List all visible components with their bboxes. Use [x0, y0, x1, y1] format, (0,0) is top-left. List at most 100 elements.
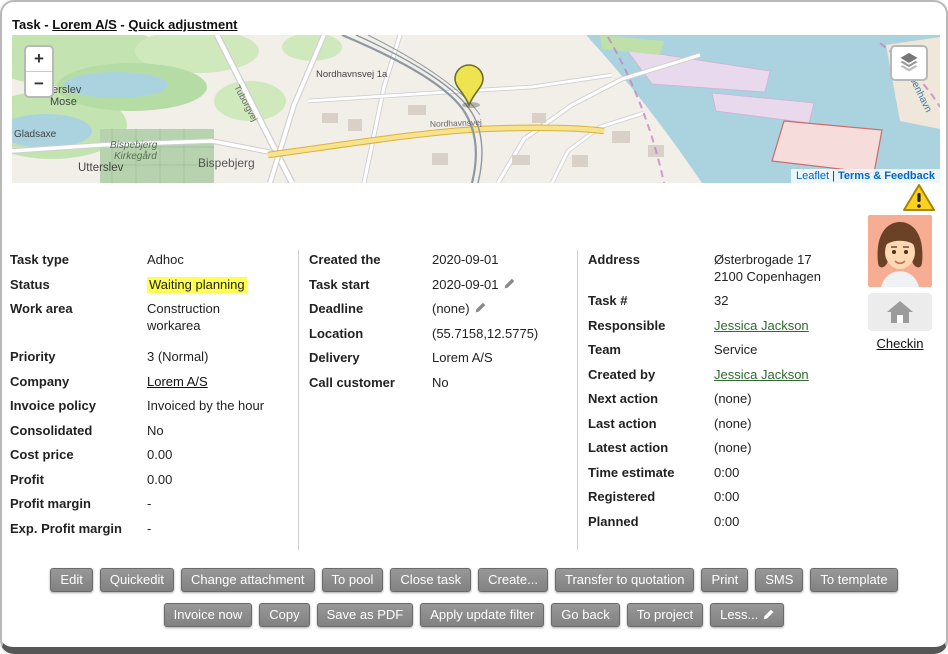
field-value: 0:00 [714, 514, 739, 531]
column-divider [298, 250, 299, 550]
zoom-out-button[interactable]: − [26, 72, 52, 96]
breadcrumb-company-link[interactable]: Lorem A/S [52, 17, 117, 32]
responsible-link[interactable]: Jessica Jackson [714, 318, 809, 335]
field-value: Lorem A/S [432, 350, 493, 367]
field-value: 32 [714, 293, 728, 310]
detail-row-created-by: Created by Jessica Jackson [588, 367, 860, 384]
print-button[interactable]: Print [701, 568, 748, 592]
detail-row-last-action: Last action (none) [588, 416, 860, 433]
checkin-link[interactable]: Checkin [877, 336, 924, 351]
field-label: Call customer [309, 375, 432, 392]
to-project-button[interactable]: To project [627, 603, 703, 627]
detail-row-profit: Profit 0.00 [10, 472, 298, 489]
edit-pencil-icon[interactable] [504, 278, 515, 289]
less-button-label: Less... [720, 607, 758, 622]
detail-row-registered: Registered 0:00 [588, 489, 860, 506]
detail-row-team: Team Service [588, 342, 860, 359]
field-label: Created by [588, 367, 714, 384]
breadcrumb-separator: - [120, 17, 124, 32]
created-by-link[interactable]: Jessica Jackson [714, 367, 809, 384]
company-link[interactable]: Lorem A/S [147, 374, 208, 391]
invoice-now-button[interactable]: Invoice now [164, 603, 253, 627]
field-label: Task start [309, 277, 432, 294]
create-button[interactable]: Create... [478, 568, 548, 592]
detail-row-task-number: Task # 32 [588, 293, 860, 310]
map-label: Kirkegård [114, 150, 157, 162]
detail-row-deadline: Deadline (none) [309, 301, 577, 318]
field-label: Company [10, 374, 147, 391]
detail-row-status: Status Waiting planning [10, 277, 298, 294]
column-divider [577, 250, 578, 550]
change-attachment-button[interactable]: Change attachment [181, 568, 314, 592]
checkin-panel: Checkin [868, 293, 932, 353]
to-pool-button[interactable]: To pool [322, 568, 384, 592]
less-button[interactable]: Less... [710, 603, 784, 627]
edit-pencil-icon[interactable] [475, 302, 486, 313]
quickedit-button[interactable]: Quickedit [100, 568, 174, 592]
home-icon [886, 300, 914, 324]
detail-row-delivery: Delivery Lorem A/S [309, 350, 577, 367]
field-value: - [147, 496, 151, 513]
avatar[interactable] [868, 215, 932, 287]
field-value: - [147, 521, 151, 538]
copy-button[interactable]: Copy [259, 603, 309, 627]
map-label: Utterslev [78, 162, 124, 174]
map-label: Nordhavnsvej [430, 117, 482, 129]
sms-button[interactable]: SMS [755, 568, 803, 592]
close-task-button[interactable]: Close task [390, 568, 471, 592]
leaflet-link[interactable]: Leaflet [796, 170, 829, 182]
go-back-button[interactable]: Go back [551, 603, 619, 627]
field-value: (55.7158,12.5775) [432, 326, 538, 343]
field-value: 2020-09-01 [432, 252, 499, 269]
field-value: Service [714, 342, 757, 359]
field-value: (none) [714, 440, 752, 457]
warning-icon[interactable] [902, 183, 936, 218]
detail-row-profit-margin: Profit margin - [10, 496, 298, 513]
field-label: Planned [588, 514, 714, 531]
zoom-in-button[interactable]: + [26, 47, 52, 72]
detail-row-address: Address Østerbrogade 172100 Copenhagen [588, 252, 860, 285]
detail-row-task-type: Task type Adhoc [10, 252, 298, 269]
details-column-2: Created the 2020-09-01 Task start 2020-0… [309, 252, 577, 399]
details-column-1: Task type Adhoc Status Waiting planning … [10, 252, 298, 545]
edit-button[interactable]: Edit [50, 568, 92, 592]
map[interactable]: Utterslev Mose Gladsaxe Utterslev Bispeb… [12, 35, 940, 183]
field-value: 3 (Normal) [147, 349, 208, 366]
field-value: (none) [714, 391, 752, 408]
map-label: Bispebjerg [110, 140, 158, 151]
breadcrumb-task-link[interactable]: Quick adjustment [128, 17, 237, 32]
field-value: 0:00 [714, 465, 739, 482]
to-template-button[interactable]: To template [810, 568, 897, 592]
apply-update-filter-button[interactable]: Apply update filter [420, 603, 544, 627]
avatar-image [868, 215, 932, 287]
field-value: 2020-09-01 [432, 277, 499, 294]
map-zoom-control: + − [24, 45, 54, 98]
detail-row-priority: Priority 3 (Normal) [10, 349, 298, 366]
detail-row-exp-profit-margin: Exp. Profit margin - [10, 521, 298, 538]
detail-row-task-start: Task start 2020-09-01 [309, 277, 577, 294]
save-as-pdf-button[interactable]: Save as PDF [317, 603, 414, 627]
map-layers-control[interactable] [890, 45, 928, 81]
detail-row-next-action: Next action (none) [588, 391, 860, 408]
field-label: Next action [588, 391, 714, 408]
layers-icon [898, 52, 920, 74]
task-page: Task - Lorem A/S - Quick adjustment [0, 0, 948, 654]
detail-row-cost-price: Cost price 0.00 [10, 447, 298, 464]
field-value: No [432, 375, 449, 392]
field-label: Created the [309, 252, 432, 269]
breadcrumb-root: Task [12, 17, 41, 32]
transfer-to-quotation-button[interactable]: Transfer to quotation [555, 568, 694, 592]
field-label: Location [309, 326, 432, 343]
field-label: Invoice policy [10, 398, 147, 415]
field-label: Team [588, 342, 714, 359]
field-label: Responsible [588, 318, 714, 335]
map-label: Gladsaxe [14, 129, 57, 140]
field-label: Time estimate [588, 465, 714, 482]
edit-pencil-icon [763, 609, 774, 620]
checkin-button[interactable] [868, 293, 932, 331]
status-badge: Waiting planning [147, 277, 247, 294]
details-column-3: Address Østerbrogade 172100 Copenhagen T… [588, 252, 860, 538]
field-value: 0:00 [714, 489, 739, 506]
map-label: Bispebjerg [198, 156, 255, 170]
terms-feedback-link[interactable]: Terms & Feedback [838, 170, 935, 182]
